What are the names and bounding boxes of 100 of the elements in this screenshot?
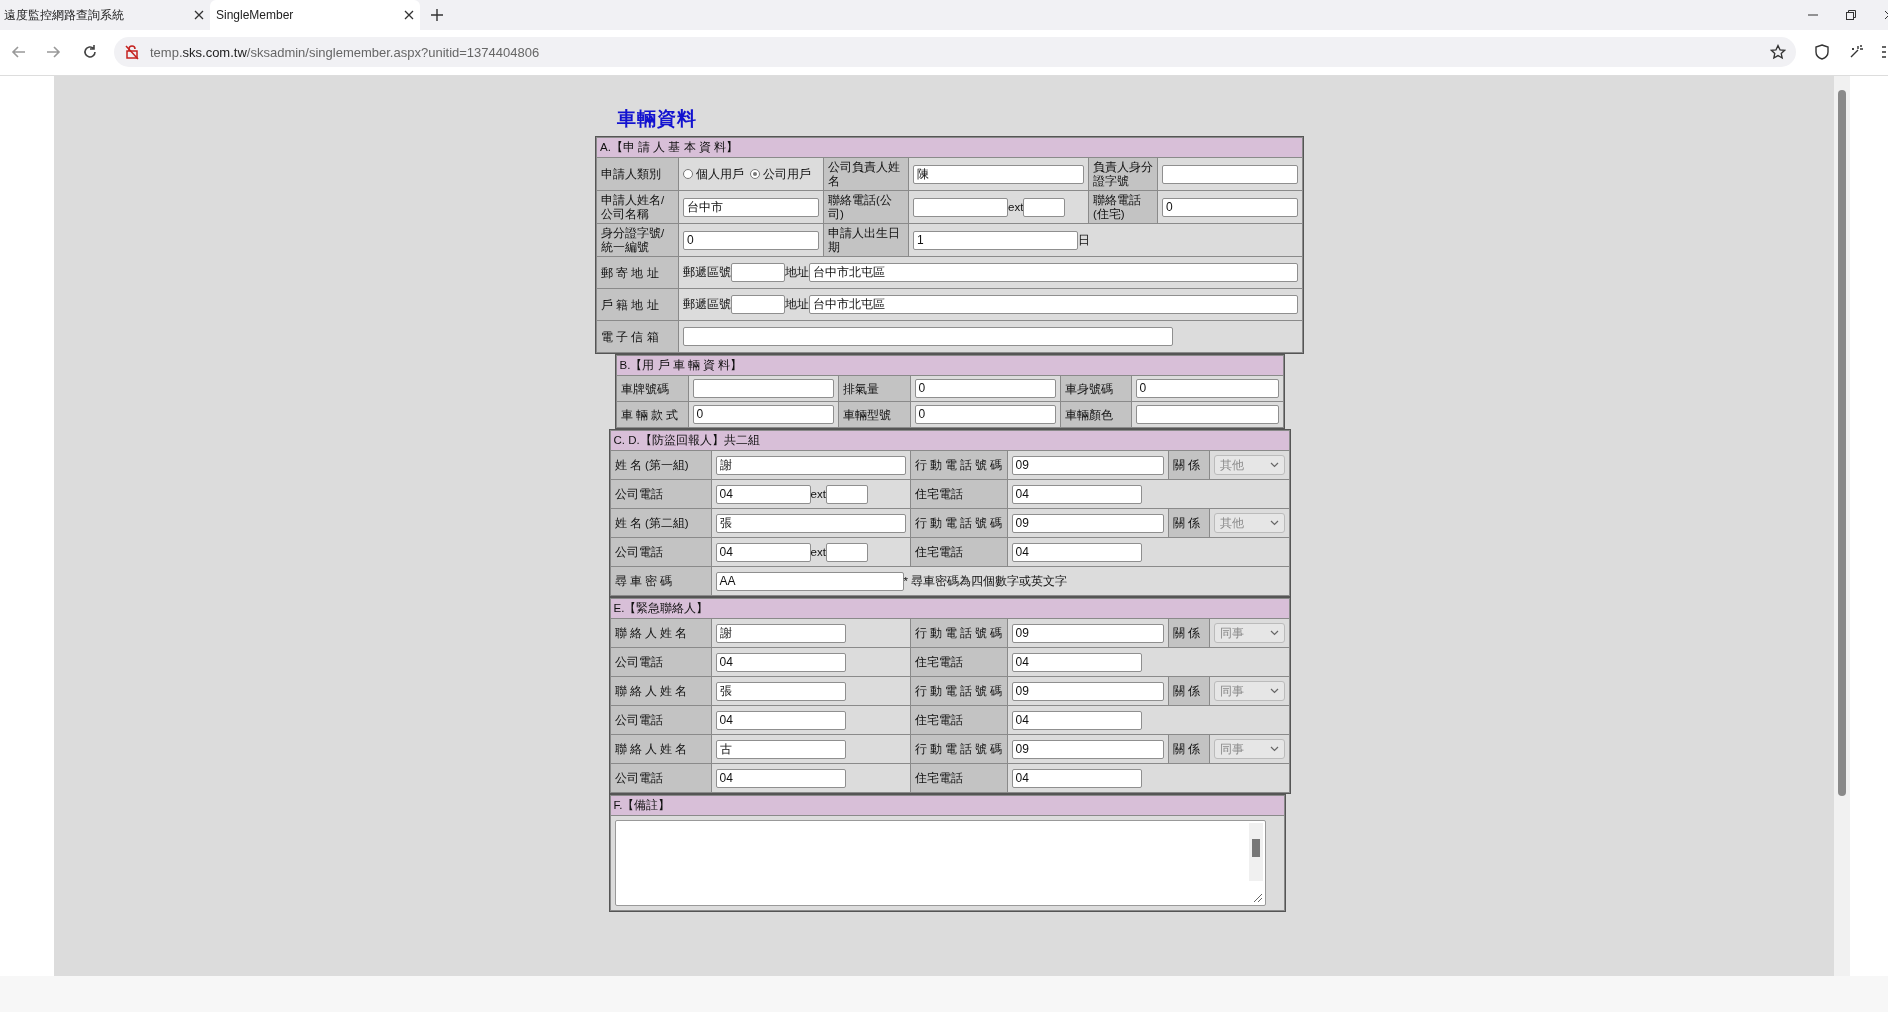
radio-label[interactable]: 公司用戶 xyxy=(763,166,811,182)
field-label: 住宅電話 xyxy=(910,764,1007,792)
star-icon[interactable] xyxy=(1770,44,1786,60)
input-field[interactable]: 台中市 xyxy=(683,197,819,217)
not-secure-icon[interactable] xyxy=(124,44,140,60)
field-label: 車輛型號 xyxy=(838,402,910,427)
input-field[interactable]: 張 xyxy=(715,513,906,533)
input-field[interactable]: 0 xyxy=(692,405,834,424)
field-text: ext xyxy=(810,488,826,500)
address-bar[interactable]: temp.sks.com.tw/sksadmin/singlemember.aspx?unitid=1374404806 xyxy=(114,37,1796,67)
input-field[interactable] xyxy=(1135,405,1279,424)
input-field[interactable]: 古 xyxy=(715,739,846,759)
input-field[interactable]: 04 xyxy=(715,484,811,504)
field-label: 行 動 電 話 號 碼 xyxy=(910,451,1007,479)
field-label: 行 動 電 話 號 碼 xyxy=(910,619,1007,647)
input-field[interactable]: 張 xyxy=(715,681,846,701)
remarks-field[interactable] xyxy=(614,820,1266,906)
field-label: 郵 寄 地 址 xyxy=(597,257,678,288)
field-label: 申請人出生日期 xyxy=(824,224,908,256)
radio-button[interactable] xyxy=(750,169,760,179)
input-field[interactable]: 04 xyxy=(1011,710,1142,730)
field-label: 聯 絡 人 姓 名 xyxy=(610,735,711,763)
scrollbar[interactable] xyxy=(1248,823,1263,881)
field-text: ext xyxy=(1008,201,1024,213)
field-label: 車輛顏色 xyxy=(1060,402,1131,427)
shield-icon[interactable] xyxy=(1814,44,1830,60)
field-label: 關 係 xyxy=(1168,509,1209,537)
close-icon[interactable] xyxy=(1884,10,1888,20)
radio-label[interactable]: 個人用戶 xyxy=(696,166,744,182)
input-field[interactable]: 陳 xyxy=(913,164,1084,184)
input-field[interactable]: 09 xyxy=(1011,513,1164,533)
input-field[interactable] xyxy=(683,327,1173,346)
menu-icon[interactable] xyxy=(1882,44,1886,60)
input-field[interactable]: 0 xyxy=(914,405,1056,424)
field-label: 姓 名 (第一組) xyxy=(610,451,711,479)
input-field[interactable] xyxy=(731,263,785,282)
input-field[interactable]: 04 xyxy=(715,652,846,672)
browser-tab[interactable]: 遠度監控網路查詢系統 xyxy=(0,0,210,30)
field-text: ext xyxy=(810,546,826,558)
input-field[interactable]: 0 xyxy=(1135,379,1279,398)
field-label: 行 動 電 話 號 碼 xyxy=(910,677,1007,705)
input-field[interactable]: 1 xyxy=(913,230,1078,250)
input-field[interactable] xyxy=(1162,164,1298,184)
restore-icon[interactable] xyxy=(1846,10,1856,20)
input-field[interactable]: 04 xyxy=(1011,542,1142,562)
browser-tab[interactable]: SingleMember xyxy=(210,0,420,30)
field-label: 排氣量 xyxy=(838,376,910,401)
field-label: 住宅電話 xyxy=(910,706,1007,734)
input-field[interactable] xyxy=(825,484,868,504)
input-field[interactable]: 09 xyxy=(1011,455,1164,475)
input-field[interactable] xyxy=(1023,197,1066,217)
reload-icon[interactable] xyxy=(82,44,98,60)
url-text: temp.sks.com.tw/sksadmin/singlemember.aspx?unitid=1374404806 xyxy=(150,44,540,60)
input-field[interactable]: 0 xyxy=(1162,197,1298,217)
section-header: C. D.【防盜回報人】共二組 xyxy=(610,431,1289,450)
field-label: 電 子 信 箱 xyxy=(597,321,678,352)
input-field[interactable]: 謝 xyxy=(715,623,846,643)
field-label: 負責人身分證字號 xyxy=(1089,158,1157,190)
input-field[interactable]: 04 xyxy=(1011,768,1142,788)
input-field[interactable]: 0 xyxy=(683,230,819,250)
close-icon[interactable] xyxy=(194,10,204,20)
input-field[interactable] xyxy=(692,379,834,398)
input-field[interactable]: 0 xyxy=(914,379,1056,398)
input-field[interactable]: 台中市北屯區 xyxy=(809,263,1298,282)
input-field[interactable]: AA xyxy=(715,571,904,591)
close-icon[interactable] xyxy=(404,10,414,20)
input-field[interactable]: 04 xyxy=(715,542,811,562)
radio-button[interactable] xyxy=(683,169,693,179)
input-field[interactable] xyxy=(825,542,868,562)
section-header: E.【緊急聯絡人】 xyxy=(610,599,1289,618)
input-field[interactable]: 09 xyxy=(1011,623,1164,643)
input-field[interactable] xyxy=(913,197,1008,217)
field-text: 日 xyxy=(1078,232,1090,248)
field-label: 關 係 xyxy=(1168,677,1209,705)
back-icon[interactable] xyxy=(10,44,26,60)
resize-grip-icon[interactable] xyxy=(1252,893,1263,903)
input-field[interactable]: 09 xyxy=(1011,739,1164,759)
caret-icon xyxy=(1269,630,1279,636)
input-field[interactable] xyxy=(731,295,785,314)
scrollbar[interactable] xyxy=(1834,76,1850,976)
field-label: 聯 絡 人 姓 名 xyxy=(610,619,711,647)
forward-icon[interactable] xyxy=(46,44,62,60)
sparkle-icon[interactable] xyxy=(1848,44,1864,60)
new-tab-icon[interactable] xyxy=(430,8,444,22)
caret-icon xyxy=(1269,520,1279,526)
input-field[interactable]: 04 xyxy=(1011,652,1142,672)
input-field[interactable]: 謝 xyxy=(715,455,906,475)
input-field[interactable]: 04 xyxy=(715,710,846,730)
input-field[interactable]: 台中市北屯區 xyxy=(809,295,1298,314)
field-label: 關 係 xyxy=(1168,735,1209,763)
field-label: 公司電話 xyxy=(610,764,711,792)
field-label: 住宅電話 xyxy=(910,648,1007,676)
section-header: A.【申 請 人 基 本 資 料】 xyxy=(597,138,1302,157)
input-field[interactable]: 09 xyxy=(1011,681,1164,701)
field-label: 身分證字號/統一編號 xyxy=(597,224,678,256)
input-field[interactable]: 04 xyxy=(1011,484,1142,504)
field-label: 申請人類別 xyxy=(597,158,678,190)
input-field[interactable]: 04 xyxy=(715,768,846,788)
field-label: 住宅電話 xyxy=(910,538,1007,566)
field-text: * 尋車密碼為四個數字或英文字 xyxy=(903,573,1068,589)
